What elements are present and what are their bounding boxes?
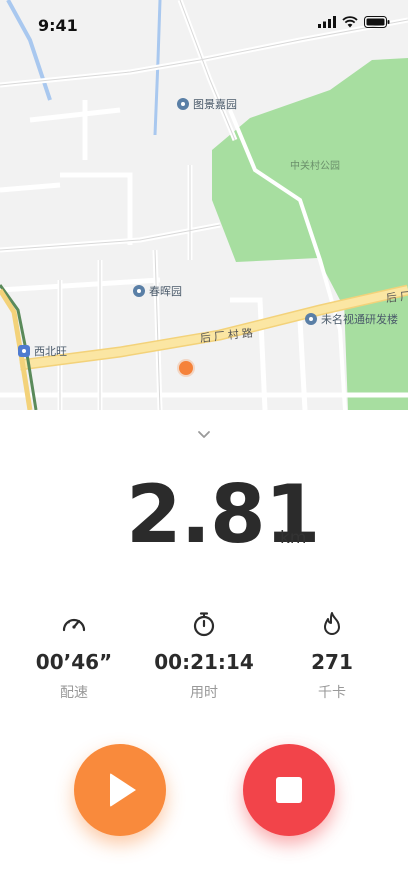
duration-label: 用时 [190,685,218,701]
stop-icon [276,777,302,803]
park-label: 中关村公园 [290,161,340,172]
road-label-edge: 后厂 [385,289,408,305]
battery-icon [364,16,390,28]
location-pin-icon [177,98,189,110]
subway-icon [18,345,30,357]
poi-label: 未名视通研发楼 [321,313,398,326]
stat-calories: 271 千卡 [272,610,392,702]
stop-button[interactable] [243,744,335,836]
status-bar: 9:41 [0,0,408,50]
poi-tujing[interactable]: 图景嘉园 [177,96,237,112]
current-location-marker [179,361,193,375]
location-pin-icon [305,313,317,325]
distance-unit: km [280,528,307,548]
distance-display: 2.81 km [0,470,408,560]
wifi-icon [342,16,358,28]
pace-value: 00’46” [35,650,113,674]
chevron-down-icon[interactable] [196,428,212,440]
signal-icon [318,16,336,28]
poi-label: 春晖园 [149,285,182,298]
poi-label: 西北旺 [34,345,67,358]
location-pin-icon [133,285,145,297]
flame-icon [324,612,340,635]
map-view[interactable]: 图景嘉园 春晖园 西北旺 未名视通研发楼 中关村公园 后厂村路 后厂 [0,0,408,410]
stat-pace: 00’46” 配速 [14,610,134,702]
running-screen: 图景嘉园 春晖园 西北旺 未名视通研发楼 中关村公园 后厂村路 后厂 9:41 [0,0,408,883]
calories-label: 千卡 [318,685,346,701]
play-button[interactable] [74,744,166,836]
poi-xibeiwang[interactable]: 西北旺 [18,343,67,359]
play-icon [110,773,136,807]
duration-value: 00:21:14 [154,650,254,674]
status-icons [318,16,390,28]
stat-duration: 00:21:14 用时 [144,610,264,702]
poi-chunhui[interactable]: 春晖园 [133,283,182,299]
calories-value: 271 [311,650,353,674]
status-time: 9:41 [38,16,78,35]
speedometer-icon [62,618,86,632]
poi-weiming[interactable]: 未名视通研发楼 [305,311,398,327]
stopwatch-icon [193,612,215,637]
poi-label: 图景嘉园 [193,98,237,111]
pace-label: 配速 [60,685,88,701]
